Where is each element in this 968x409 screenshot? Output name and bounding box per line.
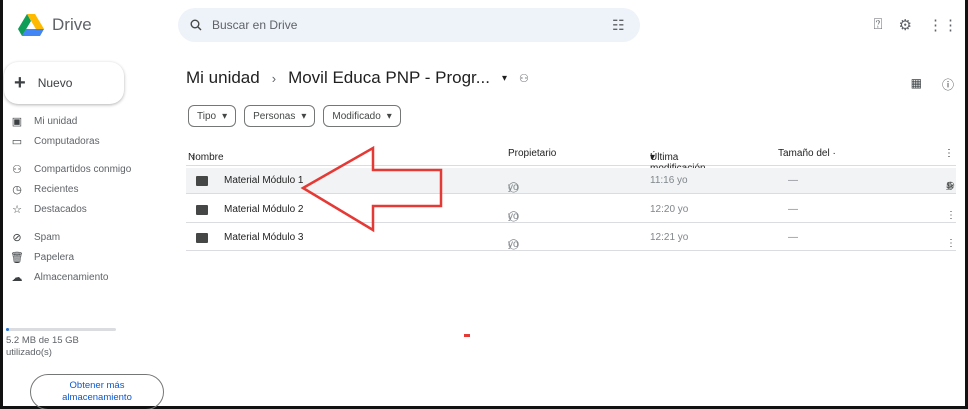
sidebar: + Nuevo ▣ Mi unidad ▭ Computadoras ⚇ Com… — [0, 52, 170, 409]
app-name: Drive — [52, 15, 92, 34]
get-more-label-2: almacenamiento — [62, 392, 132, 403]
get-more-label-1: Obtener más — [69, 380, 125, 391]
sidebar-item-label: Mi unidad — [34, 115, 78, 127]
dropdown-icon[interactable]: ▾ — [502, 73, 507, 84]
sidebar-item-label: Destacados — [34, 203, 87, 215]
view-controls: ▦ ⓘ — [911, 76, 954, 93]
filter-chips: Tipo ▾ Personas ▾ Modificado ▾ — [188, 105, 401, 127]
search-options-icon[interactable]: ☷ — [612, 17, 625, 34]
shared-icon: ⚇ — [12, 163, 22, 176]
breadcrumb: Mi unidad › Movil Educa PNP - Progr... ▾… — [186, 68, 529, 88]
folder-icon — [196, 176, 208, 186]
header-size[interactable]: Tamaño del · — [778, 148, 836, 159]
chevron-down-icon: ▾ — [650, 152, 656, 163]
sidebar-item-my-drive[interactable]: ▣ Mi unidad — [0, 112, 170, 130]
filter-people[interactable]: Personas ▾ — [244, 105, 316, 127]
folder-icon — [196, 205, 208, 215]
size: — — [788, 232, 798, 243]
cloud-icon: ☁ — [11, 271, 23, 284]
sidebar-item-starred[interactable]: ☆ Destacados — [0, 200, 170, 218]
plus-icon: + — [14, 71, 26, 94]
star-icon: ☆ — [12, 203, 22, 216]
computer-icon: ▭ — [11, 135, 23, 148]
chevron-down-icon: ▾ — [386, 110, 392, 122]
top-bar: Drive Buscar en Drive ☷ ⍰ ⚙ ⋮⋮ — [0, 0, 968, 52]
sidebar-item-label: Recientes — [34, 183, 79, 195]
info-icon[interactable]: ⓘ — [942, 76, 954, 93]
modified: 12:20 yo — [650, 204, 689, 215]
folder-icon — [196, 233, 208, 243]
modified: 11:16 yo — [650, 175, 688, 186]
shared-folder-icon: ⚇ — [518, 72, 529, 85]
header-owner[interactable]: Propietario — [508, 148, 556, 159]
file-name[interactable]: Material Módulo 2 — [224, 204, 303, 215]
filter-type[interactable]: Tipo ▾ — [188, 105, 237, 127]
breadcrumb-root[interactable]: Mi unidad — [186, 68, 260, 88]
breadcrumb-current[interactable]: Movil Educa PNP - Progr... — [288, 68, 490, 88]
grid-view-icon[interactable]: ▦ — [911, 76, 922, 93]
header-name[interactable]: Nombre ↑ — [188, 148, 224, 163]
storage-text: 5.2 MB de 15 GB utilizado(s) — [6, 335, 79, 358]
sidebar-item-computers[interactable]: ▭ Computadoras — [0, 132, 170, 150]
chevron-down-icon: ▾ — [301, 110, 307, 122]
my-drive-icon: ▣ — [11, 115, 23, 128]
chevron-down-icon: ▾ — [222, 110, 228, 122]
chevron-right-icon: › — [271, 70, 277, 86]
annotation-arrow — [300, 145, 443, 233]
sidebar-item-storage[interactable]: ☁ Almacenamiento — [0, 268, 170, 286]
main-content: Mi unidad › Movil Educa PNP - Progr... ▾… — [170, 52, 968, 409]
drive-logo[interactable]: Drive — [18, 14, 92, 36]
sidebar-item-label: Compartidos conmigo — [34, 163, 132, 175]
modified: 12:21 yo — [650, 232, 689, 243]
sidebar-item-label: Spam — [34, 231, 61, 243]
more-options-icon[interactable]: ⋮ — [946, 210, 956, 221]
sort-arrow-icon: ↑ — [190, 152, 196, 163]
search-bar[interactable]: Buscar en Drive — [178, 8, 640, 42]
sidebar-item-recent[interactable]: ◷ Recientes — [0, 180, 170, 198]
red-mark — [464, 334, 470, 337]
trash-icon: 🗑 — [10, 251, 24, 264]
storage-bar-fill — [6, 328, 10, 331]
file-name[interactable]: Material Módulo 3 — [224, 232, 303, 243]
file-name[interactable]: Material Módulo 1 — [224, 175, 303, 186]
sidebar-item-spam[interactable]: ⊘ Spam — [0, 228, 170, 246]
drive-logo-icon — [18, 14, 44, 36]
help-icon[interactable]: ⍰ — [874, 16, 883, 34]
more-options-icon[interactable]: ⋮ — [944, 148, 954, 159]
sidebar-item-trash[interactable]: 🗑 Papelera — [0, 248, 170, 266]
clock-icon: ◷ — [12, 183, 22, 196]
more-options-icon[interactable]: ⋮ — [946, 181, 956, 192]
new-button[interactable]: + Nuevo — [4, 62, 124, 104]
sidebar-item-label: Papelera — [34, 251, 75, 263]
size: — — [788, 204, 798, 215]
sidebar-item-label: Almacenamiento — [34, 271, 109, 283]
search-icon[interactable] — [190, 19, 202, 31]
size: — — [788, 175, 798, 186]
new-button-label: Nuevo — [37, 76, 73, 90]
filter-modified[interactable]: Modificado ▾ — [323, 105, 401, 127]
get-more-storage-button[interactable]: Obtener más almacenamiento — [30, 374, 164, 409]
sidebar-item-shared[interactable]: ⚇ Compartidos conmigo — [0, 160, 170, 178]
search-input[interactable]: Buscar en Drive — [212, 18, 297, 32]
sidebar-item-label: Computadoras — [34, 135, 100, 147]
settings-icon[interactable]: ⚙ — [899, 16, 912, 34]
top-right-icons: ⍰ ⚙ ⋮⋮ — [874, 16, 958, 34]
sidebar-nav: ▣ Mi unidad ▭ Computadoras ⚇ Compartidos… — [0, 112, 170, 288]
more-options-icon[interactable]: ⋮ — [946, 238, 956, 249]
apps-grid-icon[interactable]: ⋮⋮ — [928, 16, 958, 34]
storage-bar — [6, 328, 116, 331]
spam-icon: ⊘ — [12, 231, 22, 244]
